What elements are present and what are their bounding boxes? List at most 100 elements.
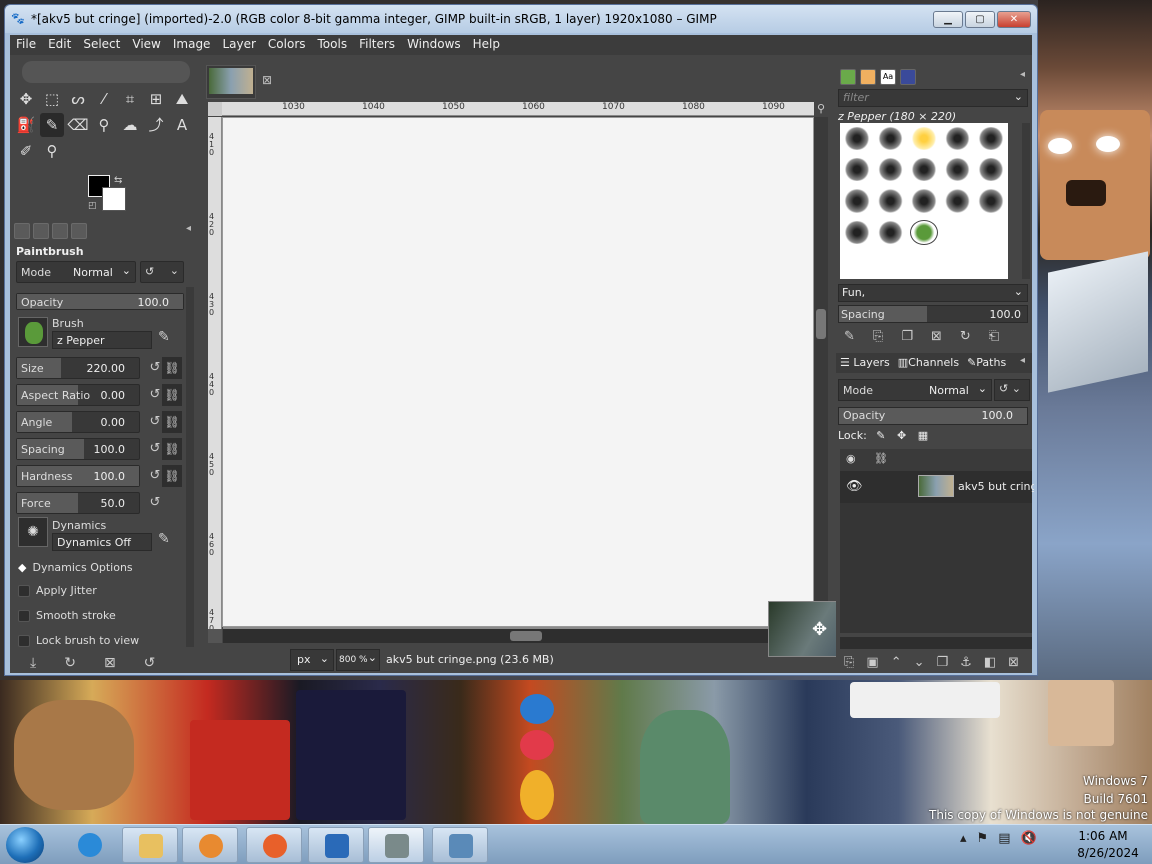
- images-tab-icon[interactable]: [71, 223, 87, 239]
- brush-item[interactable]: [877, 220, 904, 244]
- clone-tool-icon[interactable]: ⚲: [92, 113, 116, 137]
- refresh-brushes-icon[interactable]: ↻: [960, 329, 971, 344]
- transform-tool-icon[interactable]: ⊞: [144, 87, 168, 111]
- taskbar-media-player[interactable]: [182, 827, 238, 863]
- brush-item[interactable]: [844, 220, 870, 244]
- zoom-dropdown[interactable]: 800 % ⌄: [336, 649, 380, 671]
- smudge-tool-icon[interactable]: ☁: [118, 113, 142, 137]
- warp-tool-icon[interactable]: ⛰: [170, 87, 194, 111]
- brush-name-field[interactable]: z Pepper: [52, 331, 152, 349]
- duplicate-layer-icon[interactable]: ❐: [937, 655, 949, 670]
- restore-preset-icon[interactable]: ↻: [64, 655, 76, 671]
- eye-icon[interactable]: 👁: [846, 479, 863, 494]
- taskbar-explorer[interactable]: [122, 827, 178, 863]
- size-slider[interactable]: Size 220.00: [16, 357, 140, 379]
- brushes-tab-icon[interactable]: [840, 69, 856, 85]
- close-tab-icon[interactable]: ⊠: [262, 73, 272, 87]
- dock-menu-icon[interactable]: ◂: [186, 223, 191, 234]
- taskbar-app[interactable]: [308, 827, 364, 863]
- brush-item[interactable]: [944, 189, 971, 213]
- spacing-slider[interactable]: Spacing 100.0: [16, 438, 140, 460]
- mode-reset-dropdown[interactable]: ↺ ⌄: [140, 261, 184, 283]
- edit-dynamics-icon[interactable]: ✎: [158, 531, 170, 547]
- new-brush-icon[interactable]: ⎘: [873, 329, 883, 344]
- taskbar-firefox[interactable]: [246, 827, 302, 863]
- layer-row[interactable]: 👁 akv5 but cringe.p: [840, 471, 1034, 503]
- brush-item[interactable]: [944, 127, 971, 151]
- lock-position-icon[interactable]: ✥: [897, 429, 906, 442]
- mode-dropdown[interactable]: Mode Normal ⌄: [16, 261, 136, 283]
- duplicate-brush-icon[interactable]: ❐: [901, 329, 913, 344]
- edit-brush-icon[interactable]: ✎: [158, 329, 170, 345]
- path-tool-icon[interactable]: ⤴: [144, 113, 168, 137]
- taskbar-ie[interactable]: [62, 827, 118, 863]
- background-color-swatch[interactable]: [102, 187, 126, 211]
- volume-muted-icon[interactable]: 🔇: [1020, 831, 1036, 846]
- menu-colors[interactable]: Colors: [262, 35, 312, 51]
- lower-layer-icon[interactable]: ⌄: [914, 655, 925, 670]
- action-center-flag-icon[interactable]: ⚑: [977, 831, 989, 846]
- show-hidden-icons-icon[interactable]: ▴: [960, 831, 967, 846]
- vertical-scrollbar[interactable]: [814, 117, 828, 629]
- fuzzy-select-icon[interactable]: ⁄: [92, 87, 116, 111]
- menu-select[interactable]: Select: [77, 35, 126, 51]
- link-icon[interactable]: ⛓: [162, 384, 182, 406]
- taskbar-gimp[interactable]: [368, 827, 424, 863]
- title-bar[interactable]: 🐾 *[akv5 but cringe] (imported)-2.0 (RGB…: [5, 5, 1037, 33]
- menu-view[interactable]: View: [126, 35, 166, 51]
- eraser-tool-icon[interactable]: ⌫: [66, 113, 90, 137]
- angle-slider[interactable]: Angle 0.00: [16, 411, 140, 433]
- unit-dropdown[interactable]: px ⌄: [290, 649, 334, 671]
- vertical-ruler[interactable]: 410 420 430 440 450 460 470: [208, 117, 222, 633]
- apply-jitter-checkbox[interactable]: Apply Jitter: [18, 584, 97, 597]
- tab-layers[interactable]: ☰ Layers: [840, 356, 890, 370]
- horizontal-ruler[interactable]: 1030 1040 1050 1060 1070 1080 1090: [222, 102, 814, 116]
- brush-grid-scrollbar[interactable]: [1022, 123, 1030, 279]
- text-tool-icon[interactable]: A: [170, 113, 194, 137]
- smooth-stroke-checkbox[interactable]: Smooth stroke: [18, 609, 116, 622]
- quick-mask-toggle[interactable]: [208, 629, 222, 643]
- navigate-move-icon[interactable]: ✥: [812, 619, 827, 640]
- menu-layer[interactable]: Layer: [216, 35, 261, 51]
- brush-spacing-slider[interactable]: Spacing 100.0: [838, 305, 1028, 323]
- horizontal-scroll-thumb[interactable]: [510, 631, 542, 641]
- link-icon[interactable]: ⛓: [162, 411, 182, 433]
- document-history-tab-icon[interactable]: [900, 69, 916, 85]
- delete-preset-icon[interactable]: ⊠: [104, 655, 116, 671]
- layers-list-empty[interactable]: [840, 503, 1032, 633]
- brush-item[interactable]: [844, 158, 870, 182]
- ruler-corner[interactable]: [208, 102, 222, 116]
- reset-options-icon[interactable]: ↺: [144, 655, 156, 671]
- vertical-scroll-thumb[interactable]: [816, 309, 826, 339]
- zoom-fit-icon[interactable]: ⚲: [814, 102, 828, 116]
- lock-brush-checkbox[interactable]: Lock brush to view: [18, 634, 139, 647]
- swap-colors-icon[interactable]: ⇆: [114, 175, 122, 186]
- dynamics-field[interactable]: Dynamics Off: [52, 533, 152, 551]
- brush-item[interactable]: [944, 158, 971, 182]
- hardness-slider[interactable]: Hardness 100.0: [16, 465, 140, 487]
- tab-paths[interactable]: ✎Paths: [967, 356, 1006, 370]
- color-picker-icon[interactable]: ✐: [14, 139, 38, 163]
- force-slider[interactable]: Force 50.0: [16, 492, 140, 514]
- default-colors-icon[interactable]: ◰: [88, 201, 97, 211]
- brush-preview[interactable]: [18, 317, 48, 347]
- undo-history-tab-icon[interactable]: [52, 223, 68, 239]
- brush-item-pepper[interactable]: [910, 219, 938, 245]
- menu-windows[interactable]: Windows: [401, 35, 467, 51]
- menu-help[interactable]: Help: [467, 35, 506, 51]
- taskbar-gimp-window[interactable]: [432, 827, 488, 863]
- brush-grid[interactable]: [840, 123, 1008, 279]
- layer-composite-dropdown[interactable]: ↺ ⌄: [994, 379, 1030, 401]
- crop-tool-icon[interactable]: ⌗: [118, 87, 142, 111]
- delete-brush-icon[interactable]: ⊠: [931, 329, 942, 344]
- brush-filter-input[interactable]: filter ⌄: [838, 89, 1028, 107]
- layer-mode-dropdown[interactable]: Mode Normal ⌄: [838, 379, 992, 401]
- brush-item[interactable]: [978, 158, 1004, 182]
- layers-scrollbar[interactable]: [840, 637, 1032, 649]
- tool-options-tab-icon[interactable]: [14, 223, 30, 239]
- menu-filters[interactable]: Filters: [353, 35, 401, 51]
- brush-item[interactable]: [911, 158, 937, 182]
- dynamics-icon[interactable]: ✺: [18, 517, 48, 547]
- delete-layer-icon[interactable]: ⊠: [1008, 655, 1019, 670]
- brush-tag-field[interactable]: Fun, ⌄: [838, 284, 1028, 302]
